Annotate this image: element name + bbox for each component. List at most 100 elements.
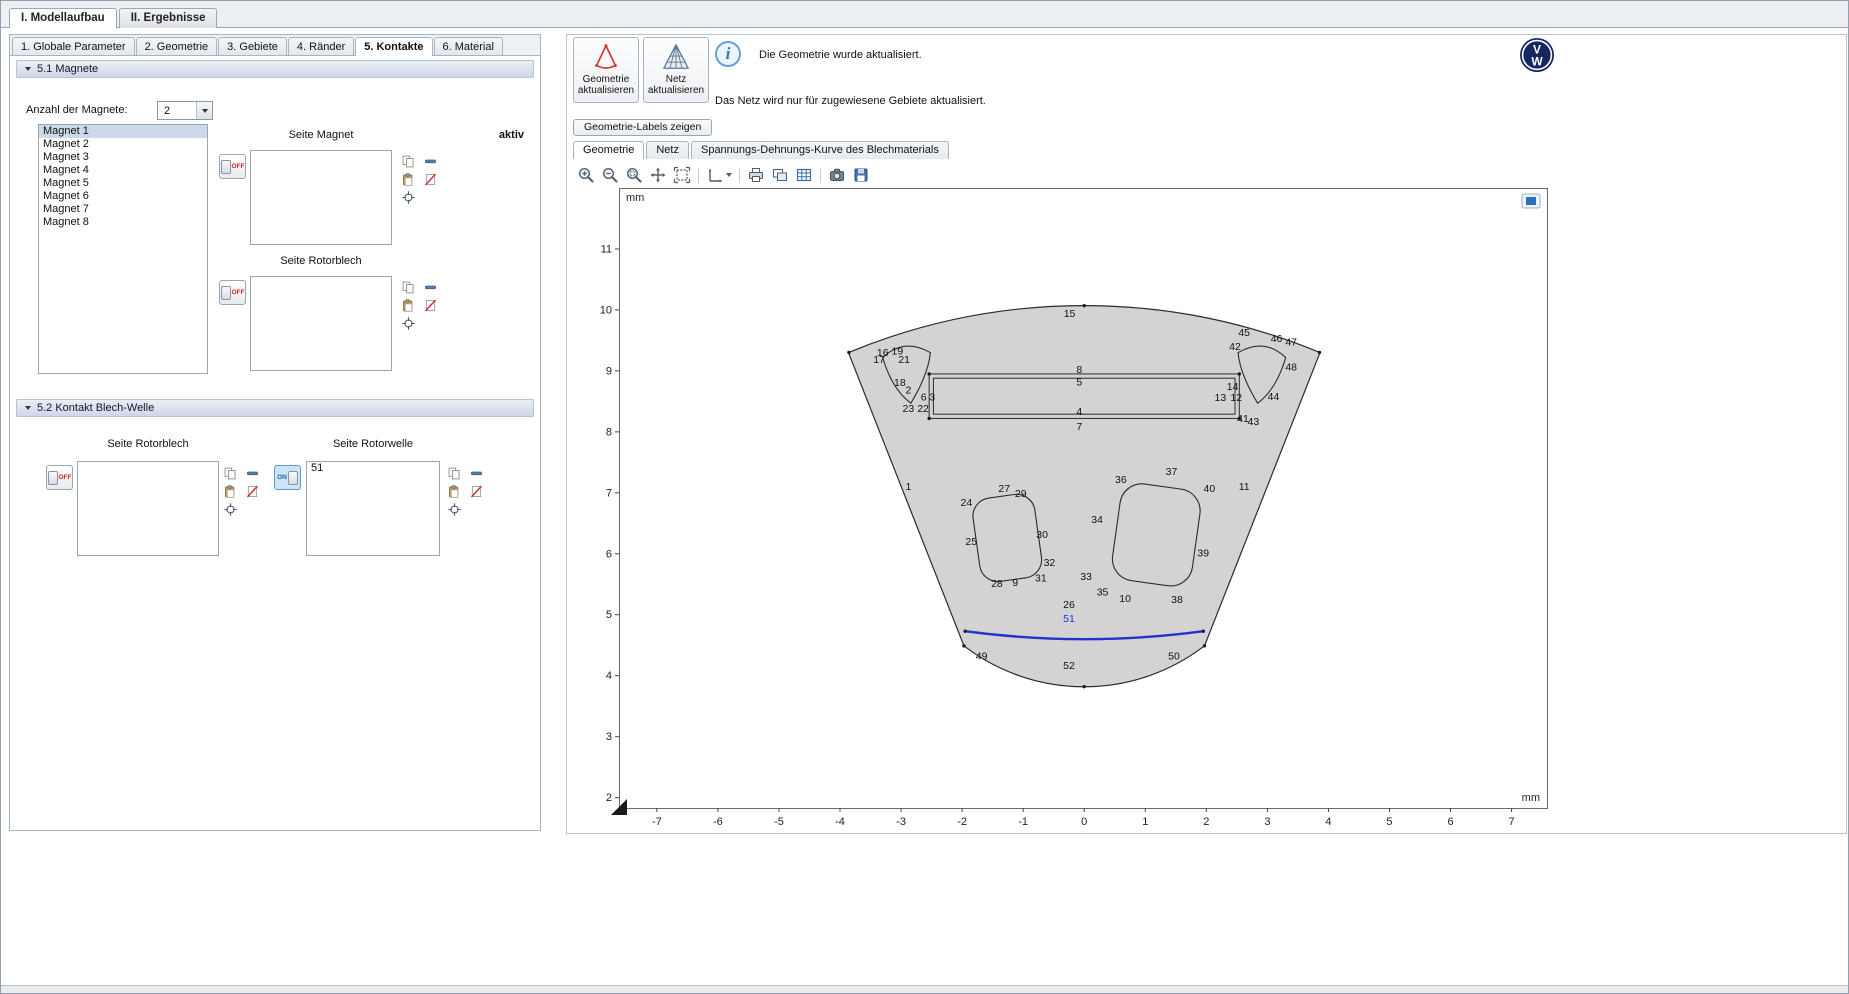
copy-button[interactable] [446,465,462,481]
magnet-list-item[interactable]: Magnet 3 [39,151,207,164]
clear-button[interactable] [244,483,260,499]
svg-text:-5: -5 [774,816,784,828]
print-button[interactable] [745,165,767,185]
clear-button[interactable] [468,483,484,499]
svg-text:30: 30 [1036,529,1048,541]
seite-magnet-label: Seite Magnet [250,129,392,141]
svg-text:3: 3 [929,392,935,404]
paste-button[interactable] [400,171,416,187]
paste-button[interactable] [222,483,238,499]
section-header-kontakt[interactable]: 5.2 Kontakt Blech-Welle [16,399,534,417]
svg-text:1: 1 [1142,816,1148,828]
tab-3-gebiete[interactable]: 3. Gebiete [218,37,287,55]
section-header-magnete[interactable]: 5.1 Magnete [16,60,534,78]
magnet-list-item[interactable]: Magnet 2 [39,138,207,151]
remove-button[interactable] [422,153,438,169]
plot-area[interactable]: -7-6-5-4-3-2-101234567234567891011mmmm12… [574,188,1566,836]
zoom-to-selection-button[interactable] [222,501,238,517]
kontakt-rotorwelle-selection-listbox[interactable]: 51 [306,461,440,556]
graphics-tab-bar: GeometrieNetzSpannungs-Dehnungs-Kurve de… [573,141,949,159]
svg-text:5: 5 [1076,376,1082,388]
vw-logo: V W [1519,37,1555,73]
geometrie-labels-zeigen-button[interactable]: Geometrie-Labels zeigen [573,119,712,136]
tab-5-kontakte[interactable]: 5. Kontakte [355,37,432,56]
zoom-selected-button[interactable] [623,165,645,185]
svg-text:12: 12 [1230,392,1242,404]
magnet-list-item[interactable]: Magnet 7 [39,203,207,216]
svg-text:10: 10 [600,304,612,316]
selection-entry[interactable]: 51 [307,462,439,475]
svg-text:29: 29 [1015,488,1027,500]
geometry-plot[interactable]: -7-6-5-4-3-2-101234567234567891011mmmm12… [574,188,1566,836]
magnet-list-item[interactable]: Magnet 4 [39,164,207,177]
mesh-icon [661,41,691,73]
rotorblech-side-selection-listbox[interactable] [250,276,392,371]
plot-corner-button[interactable] [1522,194,1540,208]
magnet-side-toggle[interactable]: OFF [219,154,246,179]
snapshot-button[interactable] [826,165,848,185]
remove-button[interactable] [244,465,260,481]
geometrie-aktualisieren-button[interactable]: Geometrie aktualisieren [573,37,639,103]
toggle-knob [221,160,231,174]
clear-button[interactable] [422,171,438,187]
svg-text:-4: -4 [835,816,845,828]
magnet-side-selection-listbox[interactable] [250,150,392,245]
export-image-button[interactable] [769,165,791,185]
svg-text:43: 43 [1247,416,1259,428]
svg-text:21: 21 [898,354,910,366]
paste-button[interactable] [400,297,416,313]
svg-text:27: 27 [998,483,1010,495]
svg-text:38: 38 [1171,594,1183,606]
collapse-caret-icon [25,406,31,410]
zoom-to-selection-button[interactable] [400,189,416,205]
copy-button[interactable] [222,465,238,481]
paste-button[interactable] [446,483,462,499]
kontakt-rotorwelle-toggle[interactable]: ON [274,465,301,490]
main-tab-bar: I. ModellaufbauII. Ergebnisse [1,1,1848,28]
info-icon: i [715,41,741,67]
zoom-to-selection-button[interactable] [446,501,462,517]
zoom-extents-button[interactable] [671,165,693,185]
tab-4-r-nder[interactable]: 4. Ränder [288,37,354,55]
zoom-out-button[interactable] [599,165,621,185]
netz-aktualisieren-button[interactable]: Netz aktualisieren [643,37,709,103]
pan-button[interactable] [647,165,669,185]
copy-button[interactable] [400,153,416,169]
kontakt-rotorblech-selection-listbox[interactable] [77,461,219,556]
svg-text:24: 24 [961,497,973,509]
tab-1-globale-parameter[interactable]: 1. Globale Parameter [12,37,135,55]
svg-text:11: 11 [1239,481,1250,493]
main-tab-ii-ergebnisse[interactable]: II. Ergebnisse [119,8,218,28]
table-button[interactable] [793,165,815,185]
copy-button[interactable] [400,279,416,295]
anzahl-magnete-dropdown[interactable]: 2 [157,101,213,120]
svg-text:49: 49 [976,651,988,663]
zoom-to-selection-button[interactable] [400,315,416,331]
view-options-button[interactable] [704,165,734,185]
graphics-tab-netz[interactable]: Netz [646,141,689,159]
save-button[interactable] [850,165,872,185]
magnet-list-item[interactable]: Magnet 1 [39,125,207,138]
graphics-tab-spannungs-dehnungs-kurve-des-blechmaterials[interactable]: Spannungs-Dehnungs-Kurve des Blechmateri… [691,141,949,159]
aktiv-label: aktiv [457,129,524,141]
magnet-list-item[interactable]: Magnet 5 [39,177,207,190]
remove-button[interactable] [422,279,438,295]
rotorblech-side-toggle[interactable]: OFF [219,280,246,305]
kontakt-rotorblech-toggle[interactable]: OFF [46,465,73,490]
svg-text:W: W [1531,55,1543,69]
magnet-list-item[interactable]: Magnet 6 [39,190,207,203]
zoom-in-button[interactable] [575,165,597,185]
clear-button[interactable] [422,297,438,313]
section-tab-bar: 1. Globale Parameter2. Geometrie3. Gebie… [10,35,540,56]
clear-icon [423,172,438,187]
magnet-list-item[interactable]: Magnet 8 [39,216,207,229]
toggle-knob [48,471,58,485]
svg-text:5: 5 [606,609,612,621]
graphics-tab-geometrie[interactable]: Geometrie [573,141,644,159]
tab-6-material[interactable]: 6. Material [434,37,503,55]
tab-2-geometrie[interactable]: 2. Geometrie [136,37,218,55]
main-tab-i-modellaufbau[interactable]: I. Modellaufbau [9,8,117,28]
magnet-listbox[interactable]: Magnet 1Magnet 2Magnet 3Magnet 4Magnet 5… [38,124,208,374]
remove-button[interactable] [468,465,484,481]
copy-icon [223,466,238,481]
